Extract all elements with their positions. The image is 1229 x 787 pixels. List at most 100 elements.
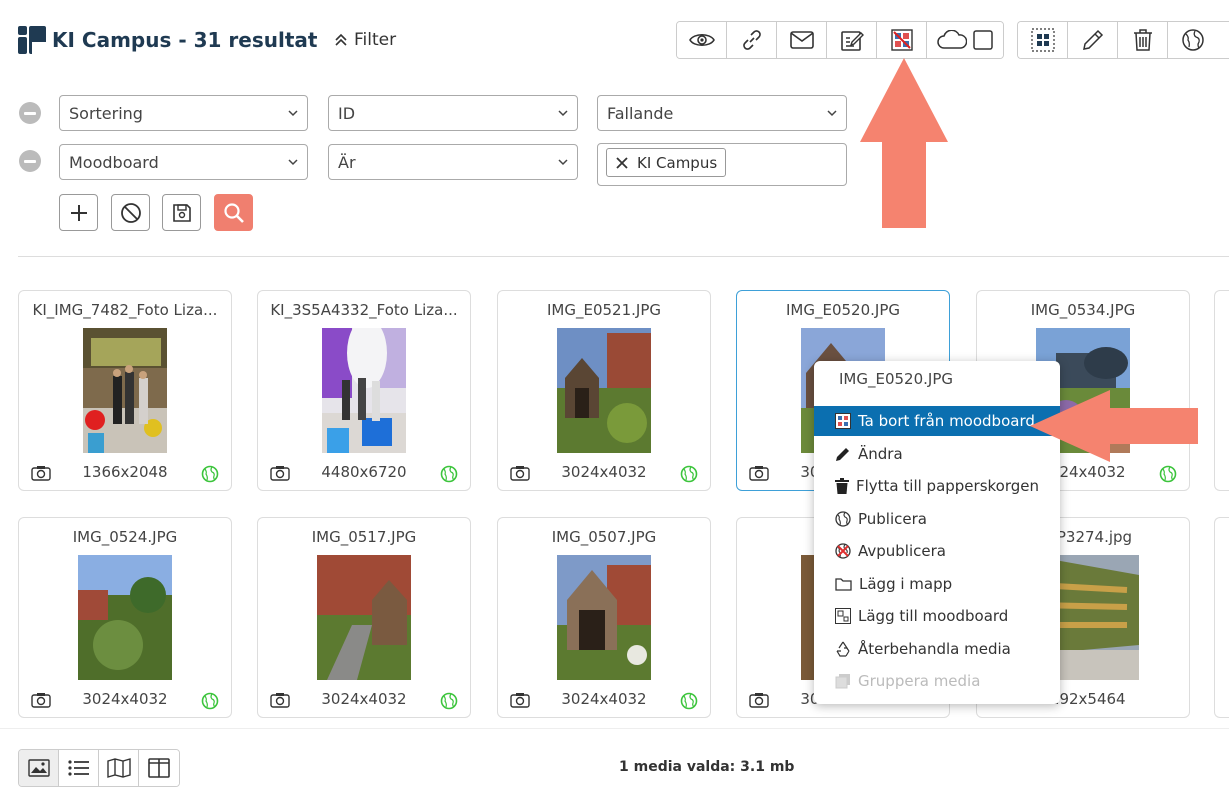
media-dimensions: 3024x4032 [321, 690, 407, 708]
media-card[interactable]: IMG_0524.JPG 3024x4032 [18, 517, 232, 718]
filter-value-tags[interactable]: KI Campus [597, 143, 847, 186]
footer-bar: 1 media valda: 3.1 mb [0, 728, 1229, 787]
remove-moodboard-icon [835, 413, 851, 429]
search-icon [223, 202, 244, 223]
menu-item-label: Återbehandla media [858, 640, 1011, 658]
menu-item-label: Publicera [858, 510, 927, 528]
media-card-title: IMG_0534.JPG [1030, 301, 1136, 319]
published-globe-icon [680, 465, 698, 483]
media-dimensions: 1366x2048 [82, 463, 168, 481]
sort-order-select[interactable]: Fallande [597, 95, 847, 131]
filter-toggle[interactable]: Filter [334, 30, 396, 50]
sort-by-select[interactable]: ID [328, 95, 578, 131]
email-button[interactable] [777, 22, 827, 58]
menu-item-label: Ändra [858, 445, 903, 463]
menu-item-move-to-trash[interactable]: Flytta till papperskorgen [814, 471, 1060, 501]
moodboard-tag-label: KI Campus [637, 153, 718, 172]
media-card-title: IMG_0517.JPG [311, 528, 417, 546]
media-dimensions: 3024x4032 [561, 463, 647, 481]
published-globe-icon [440, 692, 458, 710]
remove-filter-row-button[interactable] [19, 102, 41, 124]
annotation-arrow-left [1030, 390, 1198, 462]
media-card[interactable]: IMG_E0521.JPG 3024x4032 [497, 290, 711, 491]
filter-field-select[interactable]: Moodboard [59, 144, 308, 180]
published-globe-icon [440, 465, 458, 483]
plus-icon [70, 204, 87, 221]
menu-item-edit[interactable]: Ändra [814, 439, 1060, 469]
preview-button[interactable] [677, 22, 727, 58]
map-icon [106, 758, 131, 778]
menu-item-add-to-folder[interactable]: Lägg i mapp [814, 569, 1060, 599]
moodboard-icon [835, 608, 851, 624]
unpublish-globe-icon [835, 543, 851, 559]
split-view-button[interactable] [139, 750, 179, 786]
map-view-button[interactable] [99, 750, 139, 786]
chevron-down-icon [558, 159, 568, 166]
remove-from-moodboard-button[interactable] [877, 22, 927, 58]
media-card-title: IMG_0507.JPG [551, 528, 657, 546]
filter-operator-select[interactable]: Är [328, 144, 578, 180]
cloud-select-button[interactable] [927, 22, 1003, 58]
media-dimensions: 3024x4032 [561, 690, 647, 708]
menu-item-group-media: Gruppera media [814, 666, 1060, 696]
clear-filters-button[interactable] [111, 194, 150, 231]
menu-item-reprocess-media[interactable]: Återbehandla media [814, 634, 1060, 664]
menu-item-publish[interactable]: Publicera [814, 504, 1060, 534]
bulk-delete-button[interactable] [1118, 22, 1168, 58]
app: KI Campus - 31 resultat Filter Sortering… [0, 0, 1229, 787]
remove-filter-row-button[interactable] [19, 150, 41, 172]
cloud-icon [937, 30, 967, 49]
globe-icon [1182, 29, 1204, 51]
media-card-title: KI_IMG_7482_Foto Liza... [32, 301, 218, 319]
edit-form-icon [840, 31, 864, 51]
chevron-down-icon [288, 159, 298, 166]
media-thumbnail [322, 328, 406, 453]
media-card[interactable]: IMG_0517.JPG 3024x4032 [257, 517, 471, 718]
menu-item-remove-from-moodboard[interactable]: Ta bort från moodboard [814, 406, 1060, 436]
pencil-icon [836, 448, 849, 461]
list-view-button[interactable] [59, 750, 99, 786]
close-icon[interactable] [615, 156, 629, 170]
chevron-down-icon [558, 110, 568, 117]
checkbox-icon [973, 30, 993, 50]
toolbar-media-actions [676, 21, 1004, 59]
add-filter-button[interactable] [59, 194, 98, 231]
media-dimensions: 3024x4032 [82, 690, 168, 708]
globe-icon [835, 511, 851, 527]
media-card[interactable]: KI_IMG_7482_Foto Liza... 1366x2048 [18, 290, 232, 491]
publish-globe-button[interactable] [1168, 22, 1218, 58]
folder-icon [835, 578, 852, 591]
grid-view-button[interactable] [19, 750, 59, 786]
published-globe-icon [680, 692, 698, 710]
toolbar-bulk-actions [1017, 21, 1229, 59]
save-icon [172, 203, 191, 222]
divider [18, 256, 1229, 257]
selection-status: 1 media valda: 3.1 mb [619, 759, 795, 775]
page-title: KI Campus - 31 resultat [52, 28, 318, 52]
save-filter-button[interactable] [162, 194, 201, 231]
media-card-title: IMG_E0520.JPG [785, 301, 900, 319]
view-switcher [18, 749, 180, 787]
filter-field-value: Moodboard [69, 152, 159, 172]
chevron-double-up-icon [335, 33, 347, 46]
media-card[interactable]: KI_3S5A4332_Foto Liza... 4480x6720 [257, 290, 471, 491]
published-globe-icon [201, 692, 219, 710]
menu-item-unpublish[interactable]: Avpublicera [814, 536, 1060, 566]
link-button[interactable] [727, 22, 777, 58]
sort-field-select[interactable]: Sortering [59, 95, 308, 131]
trash-icon [835, 478, 849, 494]
partial-card-edge[interactable] [1214, 517, 1229, 718]
menu-item-label: Avpublicera [858, 542, 946, 560]
mail-icon [789, 31, 814, 49]
eye-icon [688, 33, 715, 47]
media-card[interactable]: IMG_0507.JPG 3024x4032 [497, 517, 711, 718]
context-menu-title: IMG_E0520.JPG [839, 370, 954, 388]
edit-form-button[interactable] [827, 22, 877, 58]
select-all-button[interactable] [1018, 22, 1068, 58]
partial-card-edge[interactable] [1214, 290, 1229, 491]
search-button[interactable] [214, 194, 253, 231]
annotation-arrow-up [860, 58, 948, 228]
menu-item-add-to-moodboard[interactable]: Lägg till moodboard [814, 601, 1060, 631]
bulk-edit-button[interactable] [1068, 22, 1118, 58]
menu-item-label: Lägg i mapp [859, 575, 953, 593]
